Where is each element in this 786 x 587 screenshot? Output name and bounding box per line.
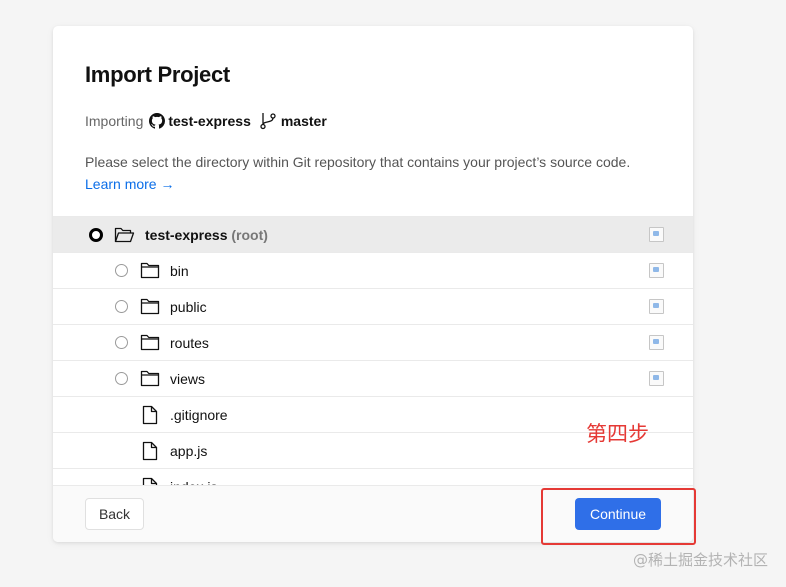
watermark: @稀土掘金技术社区 bbox=[632, 551, 768, 569]
tree-item-name: .gitignore bbox=[170, 406, 228, 423]
git-branch-icon bbox=[260, 113, 276, 130]
file-icon bbox=[142, 441, 158, 461]
importing-line: Importing test-express master bbox=[85, 112, 327, 130]
external-link-icon[interactable] bbox=[649, 227, 664, 242]
import-project-dialog: Import Project Importing test-express ma… bbox=[53, 26, 693, 542]
folder-open-icon bbox=[114, 227, 135, 243]
radio-unselected[interactable] bbox=[115, 372, 128, 385]
tree-row-folder[interactable]: public bbox=[53, 289, 693, 325]
tree-item-name: views bbox=[170, 370, 206, 387]
tree-row-folder[interactable]: views bbox=[53, 361, 693, 397]
radio-selected[interactable] bbox=[89, 228, 103, 242]
folder-icon bbox=[140, 298, 160, 315]
github-icon bbox=[149, 113, 166, 129]
tree-item-name: app.js bbox=[170, 442, 208, 459]
folder-icon bbox=[140, 370, 160, 387]
branch-name: master bbox=[280, 113, 327, 129]
annotation-highlight-box bbox=[541, 488, 696, 545]
radio-unselected[interactable] bbox=[115, 336, 128, 349]
root-name: test-express bbox=[145, 226, 228, 243]
external-link-icon[interactable] bbox=[649, 263, 664, 278]
description-text: Please select the directory within Git r… bbox=[85, 154, 631, 170]
tree-item-name: test-express (root) bbox=[145, 227, 268, 243]
annotation-step-label: 第四步 bbox=[586, 422, 649, 446]
importing-label: Importing bbox=[85, 113, 144, 129]
tree-item-name: routes bbox=[170, 334, 209, 351]
dialog-title: Import Project bbox=[85, 62, 230, 87]
root-suffix: (root) bbox=[231, 226, 268, 243]
repo-name: test-express bbox=[168, 113, 251, 129]
tree-row-folder[interactable]: bin bbox=[53, 253, 693, 289]
folder-icon bbox=[140, 334, 160, 351]
radio-unselected[interactable] bbox=[115, 300, 128, 313]
external-link-icon[interactable] bbox=[649, 371, 664, 386]
folder-icon bbox=[140, 262, 160, 279]
tree-row-folder[interactable]: routes bbox=[53, 325, 693, 361]
external-link-icon[interactable] bbox=[649, 335, 664, 350]
external-link-icon[interactable] bbox=[649, 299, 664, 314]
tree-item-name: public bbox=[170, 298, 207, 315]
back-button[interactable]: Back bbox=[85, 498, 144, 530]
tree-row-root[interactable]: test-express (root) bbox=[53, 217, 693, 253]
file-icon bbox=[142, 405, 158, 425]
radio-unselected[interactable] bbox=[115, 264, 128, 277]
tree-item-name: bin bbox=[170, 262, 189, 279]
learn-more-link[interactable]: Learn more → bbox=[85, 176, 174, 192]
dialog-description: Please select the directory within Git r… bbox=[85, 151, 685, 195]
